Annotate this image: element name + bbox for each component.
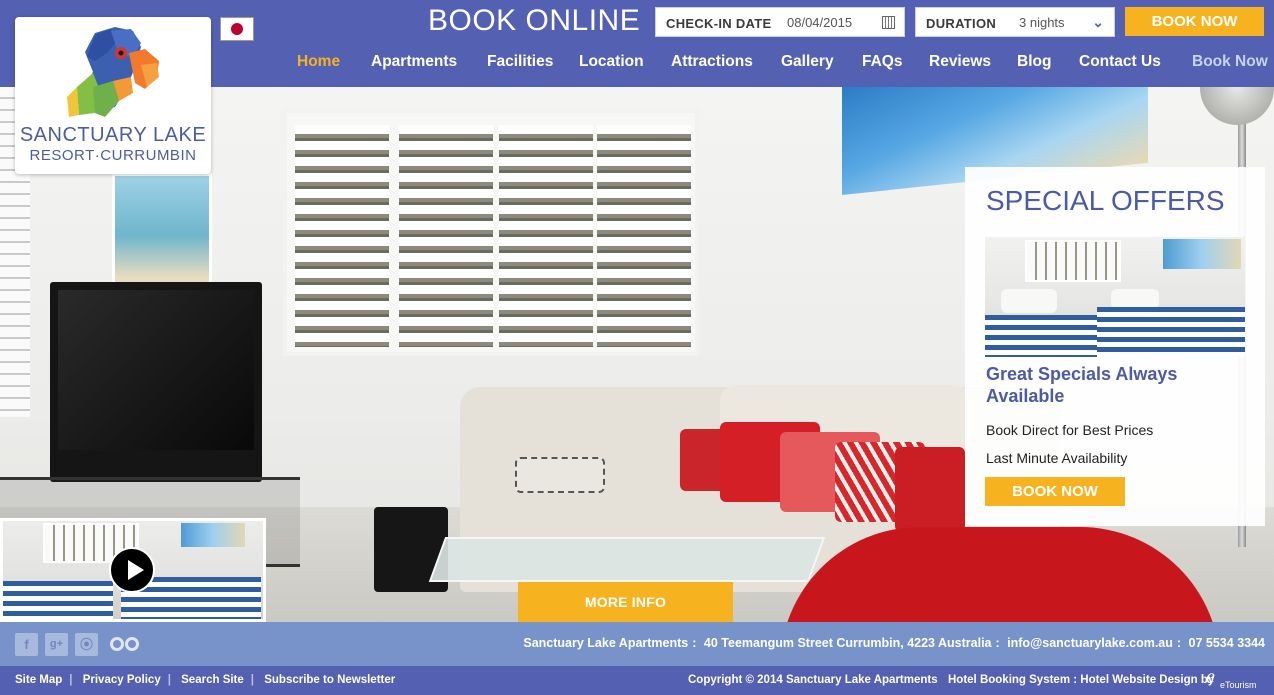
etourism-logo[interactable]: e eTourism xyxy=(1206,666,1266,692)
hero-cushion xyxy=(895,447,965,532)
footer-link-newsletter[interactable]: Subscribe to Newsletter xyxy=(264,674,395,686)
offer-image-pillow xyxy=(1001,289,1057,313)
video-thumb-artwork xyxy=(181,523,245,547)
video-thumb-bed xyxy=(3,581,113,619)
rss-icon[interactable]: ⦿ xyxy=(75,633,98,656)
checkin-date-label: CHECK-IN DATE xyxy=(666,16,772,31)
hero-tv xyxy=(50,282,262,482)
checkin-date-value[interactable]: 08/04/2015 xyxy=(787,15,852,30)
logo-line-2: RESORT·CURRUMBIN xyxy=(29,147,197,164)
offers-book-now-button[interactable]: BOOK NOW xyxy=(985,477,1125,506)
special-offers-subtitle[interactable]: Great Specials Always Available xyxy=(986,363,1246,407)
lorikeet-logo-icon xyxy=(67,27,159,117)
logo-line-1: SANCTUARY LAKE xyxy=(19,124,207,146)
footer-link-site-map[interactable]: Site Map xyxy=(15,674,62,686)
duration-value[interactable]: 3 nights xyxy=(1019,15,1065,30)
tripadvisor-eye-right xyxy=(125,637,139,651)
footer-links: Site Map | Privacy Policy | Search Site | S… xyxy=(15,674,395,686)
separator: | xyxy=(167,674,171,686)
nav-book-now[interactable]: Book Now xyxy=(1192,53,1268,71)
nav-faqs[interactable]: FAQs xyxy=(862,53,902,71)
tripadvisor-eye-left xyxy=(110,637,124,651)
hero-cushion xyxy=(515,457,605,493)
duration-label: DURATION xyxy=(926,16,997,31)
separator: : xyxy=(1176,636,1182,650)
separator: : xyxy=(995,636,1000,650)
facebook-icon[interactable]: f xyxy=(15,633,38,656)
offer-image-bed xyxy=(1097,307,1245,357)
hero-coffee-table xyxy=(428,537,826,582)
calendar-icon[interactable] xyxy=(882,16,895,29)
footer-business-name: Sanctuary Lake Apartments xyxy=(523,636,689,650)
google-plus-icon[interactable]: g+ xyxy=(45,633,68,656)
footer-contact-bar: f g+ ⦿ Sanctuary Lake Apartments: 40 Tee… xyxy=(0,622,1274,666)
shutter-panel xyxy=(295,125,389,347)
separator: : xyxy=(692,636,697,650)
offers-line-direct: Book Direct for Best Prices xyxy=(986,422,1154,438)
chevron-down-icon[interactable]: ⌄ xyxy=(1092,14,1104,31)
credit-text[interactable]: Hotel Booking System : Hotel Website Des… xyxy=(948,674,1214,686)
nav-gallery[interactable]: Gallery xyxy=(781,53,834,71)
footer-address: Sanctuary Lake Apartments: 40 Teemangum … xyxy=(523,636,1265,650)
footer-phone[interactable]: 07 5534 3344 xyxy=(1189,636,1265,650)
offer-image-artwork xyxy=(1163,239,1241,269)
book-online-title: BOOK ONLINE xyxy=(428,4,641,37)
site-logo[interactable]: SANCTUARY LAKE RESORT·CURRUMBIN xyxy=(15,17,211,174)
copyright-text: Copyright © 2014 Sanctuary Lake Apartmen… xyxy=(688,674,938,686)
video-thumbnail[interactable] xyxy=(0,518,266,622)
separator: | xyxy=(250,674,255,686)
footer-street: 40 Teemangum Street Currumbin, 4223 Aust… xyxy=(703,636,992,650)
tripadvisor-icon[interactable] xyxy=(109,633,142,655)
nav-facilities[interactable]: Facilities xyxy=(487,53,553,71)
shutter-panel xyxy=(597,125,691,347)
etourism-label: eTourism xyxy=(1220,680,1257,690)
special-offers-image[interactable] xyxy=(985,237,1245,357)
special-offers-title: SPECIAL OFFERS xyxy=(986,185,1225,216)
more-info-button[interactable]: MORE INFO xyxy=(518,582,733,622)
etourism-e-glyph: e xyxy=(1206,666,1215,688)
shutter-panel xyxy=(499,125,593,347)
hero-window-shutters xyxy=(283,109,699,356)
nav-reviews[interactable]: Reviews xyxy=(929,53,991,71)
duration-select[interactable]: DURATION 3 nights ⌄ xyxy=(915,7,1115,37)
checkin-date-field[interactable]: CHECK-IN DATE 08/04/2015 xyxy=(655,7,905,37)
offer-image-window xyxy=(1025,240,1121,282)
offer-image-pillow xyxy=(1111,289,1159,309)
separator: | xyxy=(69,674,73,686)
nav-contact-us[interactable]: Contact Us xyxy=(1079,53,1161,71)
hero-tv-screen xyxy=(58,290,254,450)
footer-email-link[interactable]: info@sanctuarylake.com.au xyxy=(1007,636,1173,650)
offers-line-availability: Last Minute Availability xyxy=(986,450,1128,466)
footer-link-search[interactable]: Search Site xyxy=(181,674,244,686)
nav-attractions[interactable]: Attractions xyxy=(671,53,753,71)
shutter-panel xyxy=(399,125,493,347)
nav-blog[interactable]: Blog xyxy=(1017,53,1051,71)
nav-location[interactable]: Location xyxy=(579,53,644,71)
nav-home[interactable]: Home xyxy=(297,53,340,71)
japan-flag-icon[interactable] xyxy=(220,17,254,41)
footer-bottom-bar: Site Map | Privacy Policy | Search Site | S… xyxy=(0,666,1274,695)
footer-link-privacy[interactable]: Privacy Policy xyxy=(83,674,161,686)
nav-apartments[interactable]: Apartments xyxy=(371,53,457,71)
special-offers-panel: SPECIAL OFFERS Great Specials Always Ava… xyxy=(965,167,1265,526)
book-now-button[interactable]: BOOK NOW xyxy=(1125,7,1264,36)
offer-image-bed xyxy=(985,315,1103,357)
play-icon[interactable] xyxy=(109,547,155,593)
